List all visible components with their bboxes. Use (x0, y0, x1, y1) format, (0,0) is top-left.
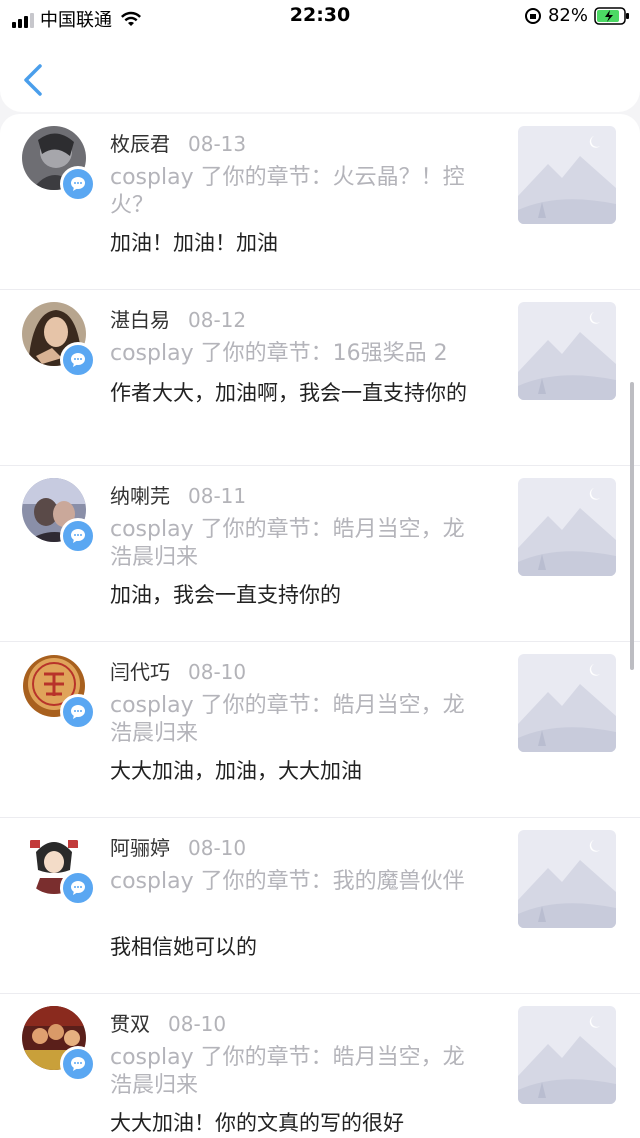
comment-row[interactable]: 纳喇芫 08-11 cosplay 了你的章节：皓月当空，龙浩晨归来 加油，我会一… (0, 466, 640, 642)
comment-date: 08-11 (188, 484, 247, 508)
chat-bubble-icon (71, 529, 85, 543)
chat-bubble-icon (71, 177, 85, 191)
comment-badge (60, 1046, 96, 1082)
avatar-container[interactable] (22, 1006, 96, 1082)
comment-badge (60, 870, 96, 906)
image-placeholder-icon (518, 302, 616, 400)
scrollbar[interactable] (630, 382, 634, 670)
battery-percent: 82% (547, 5, 588, 26)
chapter-origin: cosplay 了你的章节：16强奖品 2 (110, 341, 448, 366)
user-name[interactable]: 纳喇芫 (110, 484, 170, 508)
chat-bubble-icon (71, 705, 85, 719)
avatar-container[interactable] (22, 478, 96, 554)
image-placeholder-icon (518, 1006, 616, 1104)
comment-date: 08-13 (188, 132, 247, 156)
chat-bubble-icon (71, 353, 85, 367)
nav-header (0, 32, 640, 112)
comment-date: 08-10 (188, 660, 247, 684)
chapter-thumbnail[interactable] (518, 654, 616, 752)
user-name[interactable]: 贯双 (110, 1012, 150, 1036)
name-line: 湛白易 08-12 (110, 304, 246, 333)
chapter-origin: cosplay 了你的章节：我的魔兽伙伴 (110, 869, 465, 894)
chat-bubble-icon (71, 1057, 85, 1071)
user-name[interactable]: 阿骊婷 (110, 836, 170, 860)
avatar-container[interactable] (22, 830, 96, 906)
user-name[interactable]: 湛白易 (110, 308, 170, 332)
comment-text: 加油，我会一直支持你的 (110, 583, 341, 607)
battery-icon (594, 6, 629, 25)
user-name[interactable]: 枚辰君 (110, 132, 170, 156)
comment-list: 枚辰君 08-13 cosplay 了你的章节：火云晶？！控火？ 加油！加油！加油 (0, 114, 640, 1138)
chapter-thumbnail[interactable] (518, 1006, 616, 1104)
comment-date: 08-12 (188, 308, 247, 332)
comment-badge (60, 166, 96, 202)
name-line: 贯双 08-10 (110, 1008, 226, 1037)
chapter-origin: cosplay 了你的章节：火云晶？！控火？ (110, 165, 465, 218)
comment-text: 我相信她可以的 (110, 935, 257, 959)
back-arrow-icon[interactable] (20, 62, 50, 98)
avatar-container[interactable] (22, 302, 96, 378)
image-placeholder-icon (518, 830, 616, 928)
comment-row[interactable]: 闫代巧 08-10 cosplay 了你的章节：皓月当空，龙浩晨归来 大大加油，加… (0, 642, 640, 818)
comment-row[interactable]: 枚辰君 08-13 cosplay 了你的章节：火云晶？！控火？ 加油！加油！加油 (0, 114, 640, 290)
user-name[interactable]: 闫代巧 (110, 660, 170, 684)
comment-badge (60, 518, 96, 554)
image-placeholder-icon (518, 126, 616, 224)
chapter-origin: cosplay 了你的章节：皓月当空，龙浩晨归来 (110, 1045, 465, 1098)
status-bar: 中国联通 22:30 82% (0, 0, 640, 32)
chat-bubble-icon (71, 881, 85, 895)
name-line: 阿骊婷 08-10 (110, 832, 246, 861)
name-line: 闫代巧 08-10 (110, 656, 246, 685)
chapter-thumbnail[interactable] (518, 126, 616, 224)
comment-text: 大大加油！你的文真的写的很好 (110, 1111, 404, 1135)
name-line: 枚辰君 08-13 (110, 128, 246, 157)
comment-text: 作者大大，加油啊，我会一直支持你的 (110, 381, 467, 405)
image-placeholder-icon (518, 478, 616, 576)
rotation-lock-icon (524, 7, 541, 24)
chapter-thumbnail[interactable] (518, 830, 616, 928)
comment-text: 加油！加油！加油 (110, 231, 278, 255)
name-line: 纳喇芫 08-11 (110, 480, 246, 509)
comment-badge (60, 694, 96, 730)
avatar-container[interactable] (22, 126, 96, 202)
chapter-thumbnail[interactable] (518, 478, 616, 576)
chapter-origin: cosplay 了你的章节：皓月当空，龙浩晨归来 (110, 517, 465, 570)
image-placeholder-icon (518, 654, 616, 752)
chapter-thumbnail[interactable] (518, 302, 616, 400)
comment-row[interactable]: 贯双 08-10 cosplay 了你的章节：皓月当空，龙浩晨归来 大大加油！你的… (0, 994, 640, 1138)
comment-row[interactable]: 湛白易 08-12 cosplay 了你的章节：16强奖品 2 作者大大，加油啊，… (0, 290, 640, 466)
comment-row[interactable]: 阿骊婷 08-10 cosplay 了你的章节：我的魔兽伙伴 我相信她可以的 (0, 818, 640, 994)
comment-text: 大大加油，加油，大大加油 (110, 759, 362, 783)
avatar-container[interactable] (22, 654, 96, 730)
comment-badge (60, 342, 96, 378)
comment-date: 08-10 (168, 1012, 227, 1036)
chapter-origin: cosplay 了你的章节：皓月当空，龙浩晨归来 (110, 693, 465, 746)
comment-date: 08-10 (188, 836, 247, 860)
